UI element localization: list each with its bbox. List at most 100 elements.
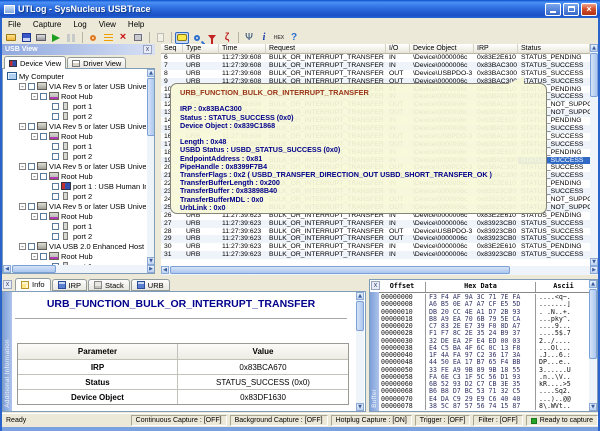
tree-item[interactable]: -VIA Rev 5 or later USB Universal Host C (3, 121, 146, 131)
highlight-icon[interactable] (101, 32, 115, 44)
tab-stack[interactable]: Stack (88, 279, 130, 291)
tree-item[interactable]: port 2 (3, 231, 146, 241)
tree-item[interactable]: -Root Hub (3, 171, 146, 181)
log-row[interactable]: 27URB11:27:39:623BULK_OR_INTERRUPT_TRANS… (161, 220, 590, 228)
tree-vscrollbar[interactable]: ▲ ▼ (147, 69, 155, 265)
menu-capture[interactable]: Capture (27, 19, 67, 30)
tree-checkbox[interactable] (28, 123, 35, 130)
tree-scroll-left-icon[interactable]: ◀ (3, 265, 11, 273)
tree-checkbox[interactable] (40, 213, 47, 220)
start-capture-icon[interactable] (49, 32, 63, 44)
tree-expander-icon[interactable]: - (19, 203, 26, 210)
column-header-status[interactable]: Status (518, 44, 590, 54)
menu-view[interactable]: View (93, 19, 122, 30)
tree-hscrollbar[interactable]: ◀ ▶ (3, 265, 155, 273)
tree-expander-icon[interactable]: - (31, 133, 38, 140)
column-header-time[interactable]: Time (219, 44, 266, 54)
tree-checkbox[interactable] (40, 253, 47, 260)
clear-log-icon[interactable]: × (116, 32, 130, 44)
tree-checkbox[interactable] (52, 183, 59, 190)
tree-checkbox[interactable] (40, 133, 47, 140)
menu-help[interactable]: Help (122, 19, 150, 30)
tree-expander-icon[interactable]: - (31, 173, 38, 180)
open-log-icon[interactable] (4, 32, 18, 44)
tree-checkbox[interactable] (52, 153, 59, 160)
tree-expander-icon[interactable]: - (31, 253, 38, 260)
log-scroll-left-icon[interactable]: ◀ (161, 266, 169, 274)
tree-item[interactable]: port 1 (3, 221, 146, 231)
tree-scroll-down-icon[interactable]: ▼ (147, 257, 155, 265)
new-doc-icon[interactable] (153, 32, 167, 44)
info-vscroll-thumb[interactable] (356, 301, 364, 331)
tree-checkbox[interactable] (40, 93, 47, 100)
info-vscrollbar[interactable]: ▲ ▼ (356, 292, 364, 411)
hotplug-icon[interactable]: Ψ (242, 32, 256, 44)
tab-irp[interactable]: IRP (52, 279, 88, 291)
buffer-vscrollbar[interactable]: ▲ ▼ (589, 280, 597, 411)
buffer-scroll-down-icon[interactable]: ▼ (589, 403, 597, 411)
log-row[interactable]: 28URB11:27:39:623BULK_OR_INTERRUPT_TRANS… (161, 228, 590, 236)
usb-view-close-button[interactable]: x (143, 45, 152, 54)
minimize-button[interactable] (545, 3, 561, 16)
tree-expander-icon[interactable]: - (19, 83, 26, 90)
column-header-io[interactable]: I/O (386, 44, 410, 54)
tree-item[interactable]: -VIA Rev 5 or later USB Universal Host C (3, 201, 146, 211)
tree-item[interactable]: port 1 (3, 141, 146, 151)
tree-checkbox[interactable] (28, 163, 35, 170)
log-row[interactable]: 31URB11:27:39:623BULK_OR_INTERRUPT_TRANS… (161, 251, 590, 259)
tree-item[interactable]: port 2 (3, 191, 146, 201)
column-header-irp[interactable]: IRP (474, 44, 518, 54)
tree-item[interactable]: -Root Hub (3, 211, 146, 221)
tree-item[interactable]: -Root Hub (3, 91, 146, 101)
tree-item[interactable]: port 1 : USB Human Interface D (3, 181, 146, 191)
log-row[interactable]: 29URB11:27:39:623BULK_OR_INTERRUPT_TRANS… (161, 235, 590, 243)
log-vscrollbar[interactable]: ▲ ▼ (590, 44, 598, 266)
marker-icon[interactable] (86, 32, 100, 44)
tree-scroll-right-icon[interactable]: ▶ (147, 265, 155, 273)
log-hscrollbar[interactable]: ◀ ▶ (161, 266, 598, 275)
detail-close-button[interactable]: x (3, 280, 12, 289)
filter-icon[interactable] (205, 32, 219, 44)
column-header-seq[interactable]: Seq (161, 44, 183, 54)
tree-scroll-up-icon[interactable]: ▲ (147, 69, 155, 77)
tree-item[interactable]: port 2 (3, 111, 146, 121)
pause-capture-icon[interactable] (64, 32, 78, 44)
tree-item[interactable]: My Computer (3, 71, 146, 81)
log-row[interactable]: 8URB11:27:39:608BULK_OR_INTERRUPT_TRANSF… (161, 70, 590, 78)
tab-urb[interactable]: URB (131, 279, 170, 291)
tree-checkbox[interactable] (52, 143, 59, 150)
save-log-icon[interactable] (19, 32, 33, 44)
tree-checkbox[interactable] (28, 203, 35, 210)
tree-expander-icon[interactable]: - (19, 123, 26, 130)
copy-icon[interactable] (131, 32, 145, 44)
tree-item[interactable]: port 2 (3, 151, 146, 161)
log-row[interactable]: 7URB11:27:39:608BULK_OR_INTERRUPT_TRANSF… (161, 62, 590, 70)
export-log-icon[interactable] (34, 32, 48, 44)
tree-checkbox[interactable] (28, 243, 35, 250)
help-icon[interactable]: ? (287, 32, 301, 44)
tree-expander-icon[interactable]: - (19, 243, 26, 250)
hex-view-icon[interactable]: HEX (272, 32, 286, 44)
tree-item[interactable]: port 1 (3, 101, 146, 111)
trigger-icon[interactable]: ζ (220, 32, 234, 44)
tree-item[interactable]: -Root Hub (3, 251, 146, 261)
restore-button[interactable] (563, 3, 579, 16)
log-scroll-up-icon[interactable]: ▲ (590, 44, 598, 52)
log-row[interactable]: 6URB11:27:39:608BULK_OR_INTERRUPT_TRANSF… (161, 54, 590, 62)
tree-item[interactable]: -Root Hub (3, 131, 146, 141)
buffer-vscroll-thumb[interactable] (589, 289, 597, 359)
column-header-request[interactable]: Request (266, 44, 386, 54)
find-icon[interactable] (190, 32, 204, 44)
tree-checkbox[interactable] (52, 223, 59, 230)
tree-checkbox[interactable] (52, 103, 59, 110)
tree-item[interactable]: -VIA Rev 5 or later USB Universal Host C (3, 161, 146, 171)
info-scroll-up-icon[interactable]: ▲ (356, 292, 364, 300)
close-button[interactable]: × (581, 3, 597, 16)
tree-expander-icon[interactable]: - (31, 213, 38, 220)
tab-info[interactable]: Info (15, 278, 51, 291)
tree-checkbox[interactable] (28, 83, 35, 90)
tree-vscroll-thumb[interactable] (147, 78, 155, 136)
column-header-deviceobject[interactable]: Device Object (410, 44, 474, 54)
log-scroll-down-icon[interactable]: ▼ (590, 258, 598, 266)
buffer-scroll-up-icon[interactable]: ▲ (589, 280, 597, 288)
